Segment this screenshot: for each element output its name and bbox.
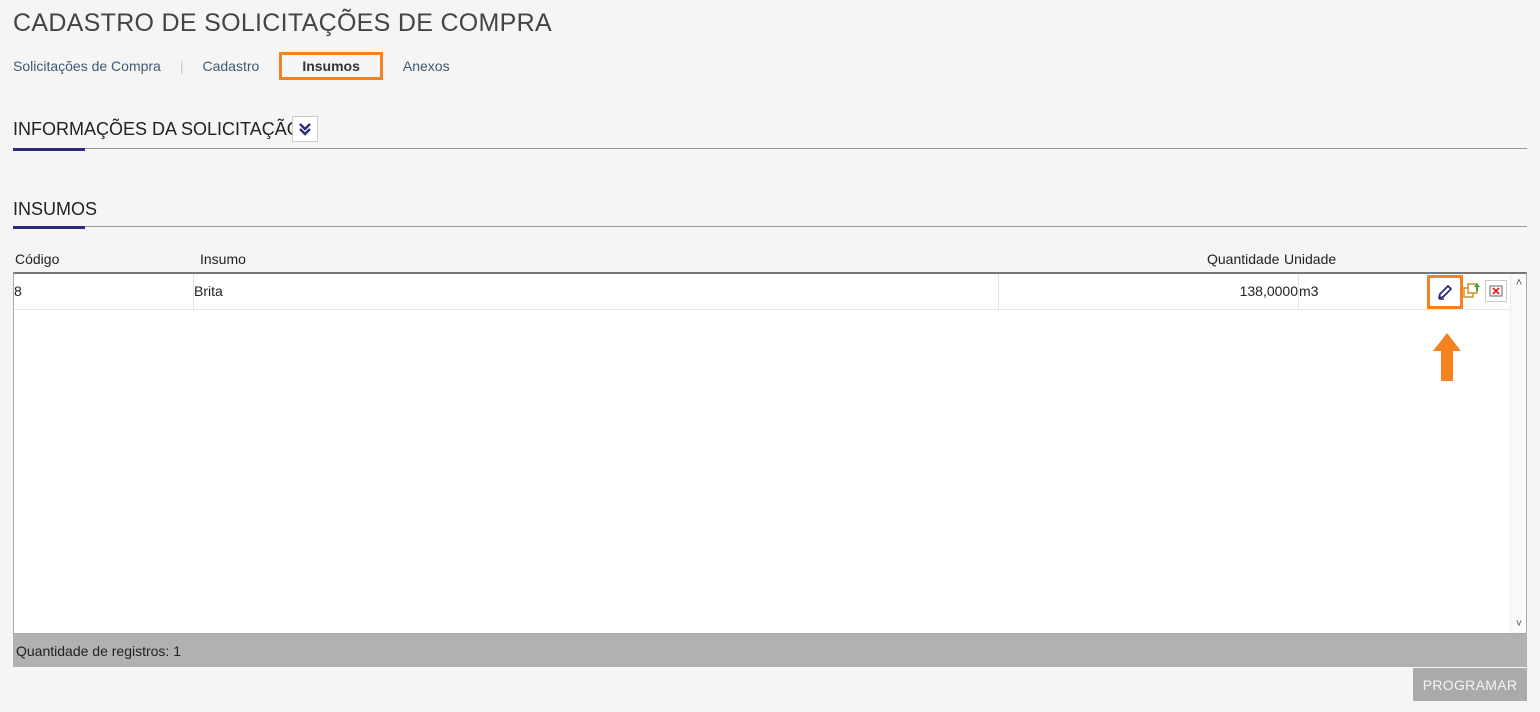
section-accent-bar: [13, 226, 85, 229]
edit-button[interactable]: [1427, 275, 1463, 309]
grid-header: Código Insumo Quantidade Unidade: [13, 250, 1527, 272]
column-header-quantidade[interactable]: Quantidade: [1207, 251, 1279, 267]
page-title: CADASTRO DE SOLICITAÇÕES DE COMPRA: [13, 9, 552, 37]
table-row[interactable]: 8 Brita 138,0000 m3: [14, 274, 1511, 310]
column-header-unidade[interactable]: Unidade: [1284, 251, 1336, 267]
programar-row-button[interactable]: [1461, 280, 1483, 302]
remove-row-button[interactable]: [1485, 280, 1507, 302]
column-header-insumo[interactable]: Insumo: [200, 251, 246, 267]
info-section-title: INFORMAÇÕES DA SOLICITAÇÃO: [13, 119, 301, 139]
programar-button[interactable]: PROGRAMAR: [1413, 668, 1527, 701]
highlight-arrow-up-icon: [1433, 333, 1461, 381]
column-header-codigo[interactable]: Código: [15, 251, 59, 267]
scroll-up-arrow[interactable]: ˄: [1511, 275, 1527, 291]
info-section-header: INFORMAÇÕES DA SOLICITAÇÃO: [13, 114, 1527, 151]
breadcrumb-solicitacoes[interactable]: Solicitações de Compra: [13, 58, 161, 74]
double-chevron-down-icon: [299, 123, 311, 136]
grid-scrollbar[interactable]: ˄ ˅: [1510, 274, 1526, 633]
expand-info-button[interactable]: [292, 116, 318, 142]
insumos-section-title: INSUMOS: [13, 199, 98, 219]
insumos-grid: 8 Brita 138,0000 m3 ˄ ˅: [13, 272, 1527, 634]
cell-codigo: 8: [14, 274, 194, 309]
cell-quantidade: 138,0000: [999, 274, 1299, 309]
cell-unidade: m3: [1299, 283, 1319, 299]
programar-icon: [1463, 283, 1480, 298]
remove-icon: [1489, 285, 1503, 297]
scroll-down-arrow[interactable]: ˅: [1511, 616, 1527, 632]
breadcrumb-cadastro[interactable]: Cadastro: [203, 58, 260, 74]
cell-insumo: Brita: [194, 274, 999, 309]
grid-footer-record-count: Quantidade de registros: 1: [13, 634, 1527, 667]
section-accent-bar: [13, 148, 85, 151]
breadcrumb-insumos-active[interactable]: Insumos: [279, 52, 383, 80]
edit-pencil-icon: [1438, 285, 1452, 300]
breadcrumb: Solicitações de Compra | Cadastro Insumo…: [13, 52, 450, 80]
breadcrumb-anexos[interactable]: Anexos: [403, 58, 450, 74]
insumos-section-header: INSUMOS: [13, 197, 1527, 229]
breadcrumb-separator: |: [179, 58, 184, 74]
